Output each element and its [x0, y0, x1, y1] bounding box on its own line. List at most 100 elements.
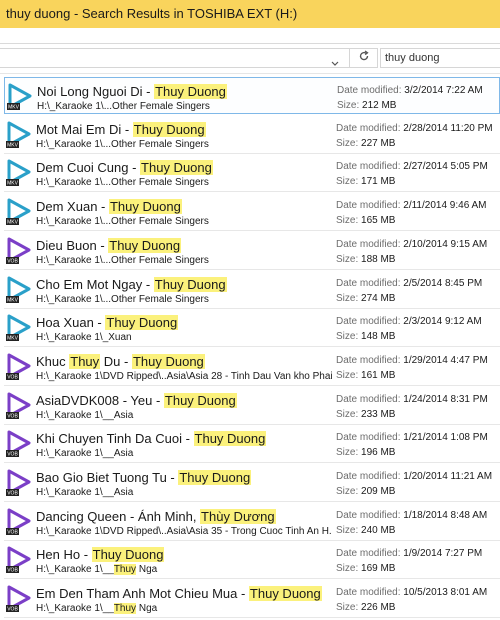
- file-path-text: H:\_Karaoke 1\DVD Ripped\..Asia\Asia 28 …: [36, 371, 332, 382]
- result-row[interactable]: VOB Khi Chuyen Tinh Da Cuoi - Thuy Duong H…: [4, 425, 500, 462]
- file-name: Noi Long Nguoi Di - Thuy Duong: [37, 84, 227, 99]
- file-path-text: Nga: [136, 603, 158, 614]
- date-modified-label: Date modified:: [336, 316, 404, 327]
- result-row[interactable]: VOB Bao Gio Biet Tuong Tu - Thuy Duong H:\…: [4, 464, 500, 501]
- file-size-label: Size:: [336, 293, 362, 304]
- file-size: Size: 209 MB: [336, 486, 395, 497]
- file-name-text: Dieu Buon -: [36, 238, 109, 253]
- date-modified-label: Date modified:: [336, 239, 404, 250]
- result-row[interactable]: MKV Mot Mai Em Di - Thuy Duong H:\_Karaoke…: [4, 116, 500, 153]
- media-file-icon: VOB: [6, 352, 32, 382]
- date-modified-value: 2/3/2014 9:12 AM: [403, 316, 482, 327]
- date-modified: Date modified: 3/2/2014 7:22 AM: [337, 85, 483, 96]
- row-divider: [4, 230, 500, 231]
- date-modified: Date modified: 10/5/2013 8:01 AM: [336, 587, 487, 598]
- chevron-down-icon[interactable]: [331, 54, 339, 72]
- media-file-icon: VOB: [6, 545, 32, 575]
- address-field[interactable]: [0, 48, 350, 68]
- result-row[interactable]: VOB Dieu Buon - Thuy Duong H:\_Karaoke 1\.…: [4, 232, 500, 269]
- file-name-text: Du -: [100, 354, 132, 369]
- refresh-icon: [358, 49, 370, 67]
- file-name-text: Noi Long Nguoi Di -: [37, 84, 155, 99]
- media-file-icon: MKV: [6, 120, 32, 150]
- file-name: Cho Em Mot Ngay - Thuy Duong: [36, 277, 227, 292]
- date-modified: Date modified: 2/11/2014 9:46 AM: [336, 200, 486, 211]
- file-name: Khuc Thuy Du - Thuy Duong: [36, 354, 205, 369]
- result-row[interactable]: VOB Hen Ho - Thuy Duong H:\_Karaoke 1\__Th…: [4, 541, 500, 578]
- search-match-highlight: Thuy: [113, 603, 137, 614]
- file-name: Dem Cuoi Cung - Thuy Duong: [36, 160, 213, 175]
- file-path: H:\_Karaoke 1\...Other Female Singers: [36, 294, 332, 305]
- file-size: Size: 274 MB: [336, 293, 395, 304]
- file-size: Size: 227 MB: [336, 138, 395, 149]
- result-row[interactable]: MKV Dem Cuoi Cung - Thuy Duong H:\_Karaoke…: [4, 154, 500, 191]
- file-name-text: AsiaDVDK008 - Yeu -: [36, 393, 164, 408]
- file-size: Size: 169 MB: [336, 563, 395, 574]
- file-name-text: Dancing Queen - Ánh Minh,: [36, 509, 201, 524]
- svg-text:VOB: VOB: [7, 568, 18, 574]
- file-size-label: Size:: [336, 138, 362, 149]
- date-modified-label: Date modified:: [337, 85, 405, 96]
- file-path: H:\_Karaoke 1\DVD Ripped\..Asia\Asia 28 …: [36, 371, 332, 382]
- svg-text:VOB: VOB: [7, 530, 18, 536]
- file-path-text: H:\_Karaoke 1\...Other Female Singers: [36, 216, 209, 227]
- result-row[interactable]: VOB Khuc Thuy Du - Thuy Duong H:\_Karaoke …: [4, 348, 500, 385]
- search-match-highlight: Thuy Duong: [108, 199, 182, 214]
- date-modified-value: 2/5/2014 8:45 PM: [403, 278, 483, 289]
- result-row[interactable]: MKV Hoa Xuan - Thuy Duong H:\_Karaoke 1\_X…: [4, 309, 500, 346]
- row-divider: [4, 191, 500, 192]
- svg-text:MKV: MKV: [8, 105, 20, 111]
- svg-text:VOB: VOB: [7, 491, 18, 497]
- file-size-value: 274 MB: [361, 293, 396, 304]
- date-modified: Date modified: 1/20/2014 11:21 AM: [336, 471, 492, 482]
- search-input[interactable]: [380, 48, 500, 68]
- file-path: H:\_Karaoke 1\__Asia: [36, 410, 332, 421]
- result-row[interactable]: VOB Em Den Tham Anh Mot Chieu Mua - Thuy …: [4, 580, 500, 617]
- result-row[interactable]: MKV Cho Em Mot Ngay - Thuy Duong H:\_Karao…: [4, 271, 500, 308]
- search-match-highlight: Thuy Duong: [153, 277, 227, 292]
- file-path-text: H:\_Karaoke 1\...Other Female Singers: [36, 177, 209, 188]
- media-file-icon: VOB: [6, 429, 32, 459]
- result-row[interactable]: MKV Noi Long Nguoi Di - Thuy Duong H:\_Kar…: [4, 77, 500, 114]
- search-match-highlight: Thuy Duong: [132, 122, 206, 137]
- file-path: H:\_Karaoke 1\...Other Female Singers: [36, 139, 332, 150]
- media-file-icon: VOB: [6, 236, 32, 266]
- media-file-icon: MKV: [6, 158, 32, 188]
- row-divider: [4, 346, 500, 347]
- file-path: H:\_Karaoke 1\...Other Female Singers: [36, 177, 332, 188]
- date-modified-label: Date modified:: [336, 123, 404, 134]
- result-row[interactable]: VOB Dancing Queen - Ánh Minh, Thùy Dương H…: [4, 503, 500, 540]
- media-file-icon: VOB: [6, 584, 32, 614]
- file-size: Size: 240 MB: [336, 525, 395, 536]
- result-row[interactable]: VOB AsiaDVDK008 - Yeu - Thuy Duong H:\_Kar…: [4, 387, 500, 424]
- file-size: Size: 196 MB: [336, 447, 395, 458]
- date-modified-label: Date modified:: [336, 548, 404, 559]
- file-size-label: Size:: [336, 331, 362, 342]
- file-size: Size: 188 MB: [336, 254, 395, 265]
- file-size-value: 196 MB: [361, 447, 396, 458]
- file-name: Khi Chuyen Tinh Da Cuoi - Thuy Duong: [36, 431, 267, 446]
- file-name-text: Mot Mai Em Di -: [36, 122, 133, 137]
- file-name: Em Den Tham Anh Mot Chieu Mua - Thuy Duo…: [36, 586, 322, 601]
- file-name-text: Hen Ho -: [36, 547, 92, 562]
- file-size-value: 165 MB: [361, 215, 396, 226]
- search-match-highlight: Thuy Duong: [131, 354, 205, 369]
- file-name: Hoa Xuan - Thuy Duong: [36, 315, 179, 330]
- date-modified-value: 2/11/2014 9:46 AM: [403, 200, 487, 211]
- file-path: H:\_Karaoke 1\__Thuy Nga: [36, 603, 332, 614]
- file-name: Bao Gio Biet Tuong Tu - Thuy Duong: [36, 470, 252, 485]
- file-name-text: Em Den Tham Anh Mot Chieu Mua -: [36, 586, 249, 601]
- date-modified-label: Date modified:: [336, 510, 404, 521]
- date-modified-label: Date modified:: [336, 278, 404, 289]
- date-modified: Date modified: 1/9/2014 7:27 PM: [336, 548, 482, 559]
- svg-text:VOB: VOB: [7, 375, 18, 381]
- file-path-text: H:\_Karaoke 1\__Asia: [36, 487, 134, 498]
- file-size-label: Size:: [336, 602, 362, 613]
- search-match-highlight: Thuy Duong: [140, 160, 213, 175]
- refresh-button[interactable]: [350, 48, 378, 68]
- file-size-label: Size:: [336, 525, 362, 536]
- result-row[interactable]: MKV Dem Xuan - Thuy Duong H:\_Karaoke 1\..…: [4, 193, 500, 230]
- file-name: Dem Xuan - Thuy Duong: [36, 199, 182, 214]
- svg-text:MKV: MKV: [7, 181, 19, 187]
- date-modified: Date modified: 1/18/2014 8:48 AM: [336, 510, 487, 521]
